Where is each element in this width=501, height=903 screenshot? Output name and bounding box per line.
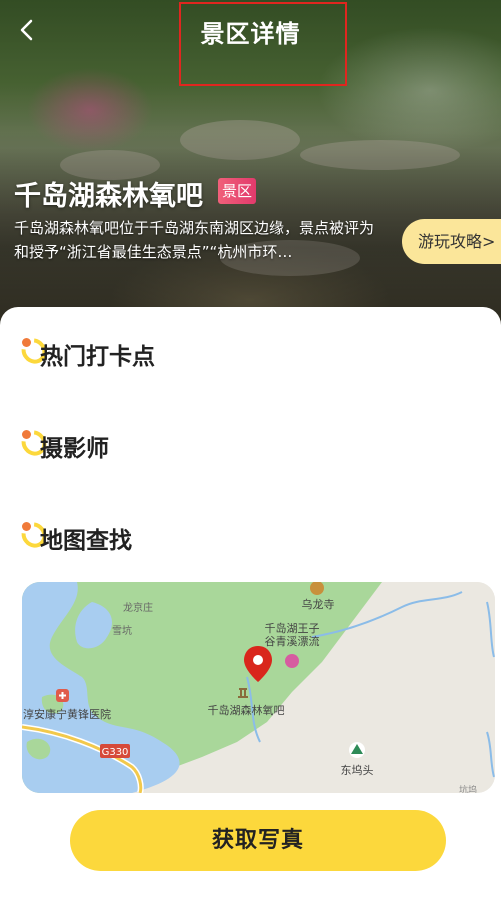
section-hot-spots[interactable]: 热门打卡点 xyxy=(16,333,155,374)
location-map[interactable]: G330 乌龙寺 龙京庄 雪坑 千岛湖王子 谷青溪漂流 淳安康宁黄锋医院 千岛湖… xyxy=(22,582,495,793)
section-hot-spots-label: 热门打卡点 xyxy=(40,344,155,370)
scenic-description: 千岛湖森林氧吧位于千岛湖东南湖区边缘，景点被评为和授予“浙江省最佳生态景点”“杭… xyxy=(14,219,375,261)
section-map-search[interactable]: 地图查找 xyxy=(16,517,132,558)
get-photo-button[interactable]: 获取写真 xyxy=(70,810,446,871)
map-label-edge: 坑坞 xyxy=(459,784,477,793)
map-canvas: G330 乌龙寺 龙京庄 雪坑 千岛湖王子 谷青溪漂流 淳安康宁黄锋医院 千岛湖… xyxy=(22,582,495,793)
scenic-type-badge: 景区 xyxy=(218,178,256,204)
section-photographer[interactable]: 摄影师 xyxy=(16,425,109,466)
scenic-name: 千岛湖森林氧吧 xyxy=(14,181,203,212)
section-map-search-label: 地图查找 xyxy=(40,528,132,554)
section-photographer-label: 摄影师 xyxy=(40,436,109,462)
travel-guide-button[interactable]: 游玩攻略> xyxy=(402,219,501,264)
title-highlight-box xyxy=(179,2,347,86)
map-label-road: G330 xyxy=(102,747,129,758)
map-label-rafting-1: 千岛湖王子 xyxy=(265,621,320,635)
map-label-xuekeng: 雪坑 xyxy=(112,624,132,637)
map-label-dongwutou: 东坞头 xyxy=(341,763,374,777)
map-label-longjing: 龙京庄 xyxy=(123,601,153,614)
map-label-hospital: 淳安康宁黄锋医院 xyxy=(23,707,111,721)
map-label-scenic-spot: 千岛湖森林氧吧 xyxy=(208,703,285,717)
map-label-wulong-temple: 乌龙寺 xyxy=(302,597,335,611)
map-label-rafting-2: 谷青溪漂流 xyxy=(265,634,320,648)
